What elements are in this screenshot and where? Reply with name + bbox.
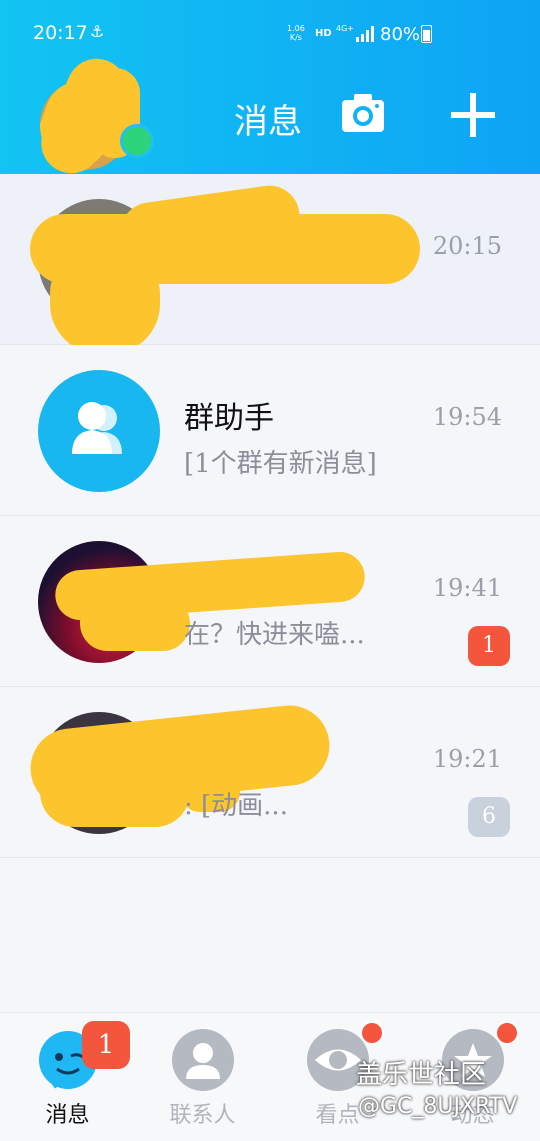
camera-icon[interactable] — [340, 90, 386, 136]
battery-icon — [421, 25, 432, 43]
tab-messages[interactable]: 1 消息 — [0, 1013, 135, 1141]
chat-time: 19:54 — [432, 403, 502, 431]
watermark-text: 盖乐世社区 — [356, 1060, 487, 1090]
status-time: 20:17 — [33, 22, 88, 44]
chat-time: 19:21 — [432, 745, 502, 773]
add-icon[interactable] — [448, 90, 498, 140]
page-title: 消息 — [234, 102, 302, 142]
online-status-dot — [120, 124, 154, 158]
group-icon — [72, 402, 122, 454]
chat-time: 19:41 — [432, 574, 502, 602]
chat-row[interactable]: 20:15 — [0, 174, 540, 354]
tab-label: 联系人 — [169, 1103, 236, 1128]
chat-row-group-assistant[interactable]: 群助手 [1个群有新消息] 19:54 — [0, 345, 540, 516]
tab-new-dot — [495, 1021, 519, 1045]
status-bar: 20:17 ⚓ 1.06 K/s HD 4G+ 80% — [0, 0, 540, 70]
contacts-icon — [172, 1029, 234, 1091]
unread-badge: 6 — [468, 797, 510, 837]
network-speed: 1.06 K/s — [287, 24, 305, 42]
chat-row[interactable]: : [动画... 19:21 6 — [0, 687, 540, 858]
battery-percent: 80% — [380, 24, 421, 45]
chat-preview: 在？快进来嗑... — [184, 620, 365, 650]
tab-unread-badge: 1 — [82, 1021, 130, 1069]
network-type: 4G+ — [336, 24, 354, 33]
chat-preview: [1个群有新消息] — [184, 449, 377, 479]
tab-new-dot — [360, 1021, 384, 1045]
chat-time: 20:15 — [432, 232, 502, 260]
watermark-handle: @GC_8UJXRTV — [358, 1094, 518, 1119]
hd-indicator: HD — [315, 28, 332, 39]
chat-list: 20:15 群助手 [1个群有新消息] 19:54 在？快进来嗑... 19:4… — [0, 174, 540, 858]
chat-row[interactable]: 在？快进来嗑... 19:41 1 — [0, 516, 540, 687]
notification-icon: ⚓ — [90, 22, 105, 41]
app-header: 20:17 ⚓ 1.06 K/s HD 4G+ 80% 消息 — [0, 0, 540, 184]
tab-contacts[interactable]: 联系人 — [135, 1013, 270, 1141]
group-assistant-avatar — [38, 370, 160, 492]
signal-icon — [356, 26, 374, 42]
tab-label: 消息 — [45, 1103, 90, 1128]
redaction-scribble — [40, 757, 190, 827]
unread-badge: 1 — [468, 626, 510, 666]
chat-name: 群助手 — [184, 401, 274, 436]
redaction-scribble — [80, 596, 190, 651]
chat-preview: : [动画... — [184, 791, 288, 821]
